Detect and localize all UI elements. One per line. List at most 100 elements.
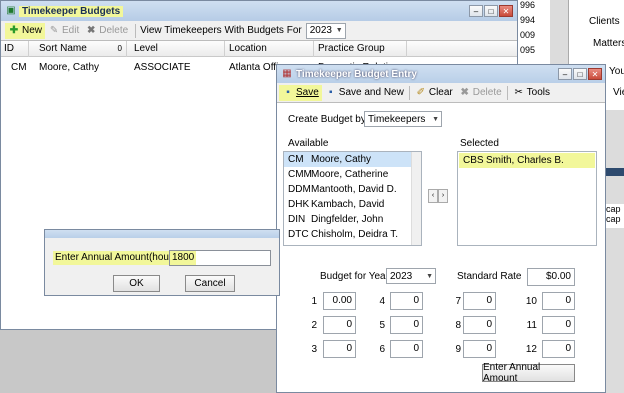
window-controls: – □ ✕ — [468, 5, 513, 17]
year-select[interactable]: 2023 ▼ — [305, 22, 346, 39]
month-label: 1 — [311, 296, 317, 307]
list-item[interactable]: DDM Mantooth, David D. — [284, 182, 421, 197]
ok-button[interactable]: OK — [113, 275, 160, 292]
column-header-practice-group[interactable]: Practice Group — [315, 41, 407, 57]
save-new-icon: ▪ — [329, 86, 333, 98]
month-input[interactable]: 0 — [463, 316, 496, 334]
item-name: Kambach, David — [311, 199, 385, 210]
column-header-level[interactable]: Level — [131, 41, 225, 57]
maximize-icon[interactable]: □ — [573, 68, 587, 80]
cell-id: CM — [11, 62, 27, 73]
delete-button[interactable]: ✖ Delete — [82, 23, 131, 39]
budget-year-select[interactable]: 2023 ▼ — [386, 268, 436, 284]
bg-you-label: You — [609, 66, 624, 77]
month-input[interactable]: 0 — [390, 292, 423, 310]
create-by-value: Timekeepers — [368, 113, 426, 125]
save-and-new-button[interactable]: ▪ Save and New — [322, 85, 407, 101]
delete-label: Delete — [99, 25, 129, 36]
create-by-select[interactable]: Timekeepers ▼ — [364, 111, 442, 127]
item-name: Moore, Cathy — [311, 154, 372, 165]
item-code: DDM — [288, 184, 311, 195]
minimize-icon[interactable]: – — [558, 68, 572, 80]
month-input[interactable]: 0 — [323, 340, 356, 358]
close-icon[interactable]: ✕ — [588, 68, 602, 80]
delete-label: Delete — [472, 87, 502, 98]
month-input[interactable]: 0 — [323, 316, 356, 334]
table-header: ID Sort Name 0 Level Location Practice Gr… — [1, 41, 517, 57]
bg-matters-label: Matters — [593, 38, 624, 49]
month-input[interactable]: 0.00 — [323, 292, 356, 310]
tools-label: Tools — [526, 87, 551, 98]
budget-year-label: Budget for Year — [320, 271, 389, 282]
column-header-location[interactable]: Location — [226, 41, 314, 57]
background-number-column: 996 994 009 095 — [518, 0, 550, 66]
available-label: Available — [288, 138, 329, 149]
bg-number: 009 — [520, 30, 536, 40]
sort-name-label: Sort Name — [39, 43, 87, 54]
minimize-icon[interactable]: – — [469, 5, 483, 17]
selected-list[interactable]: CBS Smith, Charles B. — [457, 151, 597, 246]
move-left-icon[interactable]: ‹ — [428, 189, 438, 203]
annual-amount-input[interactable]: 1800 — [169, 250, 271, 266]
list-item[interactable]: DHK Kambach, David — [284, 197, 421, 212]
chevron-down-icon: ▼ — [426, 272, 433, 280]
calendar-icon: ▦ — [282, 68, 292, 79]
cell-level: ASSOCIATE — [134, 62, 191, 73]
delete-button[interactable]: ✖ Delete — [456, 85, 505, 101]
month-input[interactable]: 0 — [390, 340, 423, 358]
save-button[interactable]: ▪ Save — [279, 84, 322, 101]
annual-amount-value: 1800 — [170, 251, 197, 265]
move-right-icon[interactable]: › — [438, 189, 448, 203]
month-label: 7 — [455, 296, 461, 307]
floppy-disk-icon: ▪ — [286, 86, 290, 98]
month-label: 6 — [379, 344, 385, 355]
toolbar-divider — [506, 85, 508, 100]
window-title: Timekeeper Budgets — [19, 5, 124, 17]
pencil-icon: ✎ — [49, 24, 59, 36]
month-input[interactable]: 0 — [463, 292, 496, 310]
month-input[interactable]: 0 — [390, 316, 423, 334]
list-item[interactable]: CM Moore, Cathy — [284, 152, 421, 167]
list-item[interactable]: CBS Smith, Charles B. — [459, 153, 595, 168]
column-header-sort-name[interactable]: Sort Name 0 — [36, 41, 127, 57]
available-scrollbar[interactable] — [411, 152, 421, 245]
available-list[interactable]: CM Moore, Cathy CMM Moore, Catherine DDM Ma… — [283, 151, 422, 246]
month-input[interactable]: 0 — [463, 340, 496, 358]
enter-annual-amount-button[interactable]: Enter Annual Amount — [482, 362, 575, 384]
edit-button[interactable]: ✎ Edit — [45, 23, 82, 39]
month-input[interactable]: 0 — [542, 292, 575, 310]
list-item[interactable]: DIN Dingfelder, John — [284, 212, 421, 227]
budget-entry-window: ▦ Timekeeper Budget Entry – □ ✕ ▪ Save ▪… — [276, 64, 606, 393]
month-label: 11 — [526, 320, 537, 331]
item-name: Chisholm, Deidra T. — [311, 229, 399, 240]
close-icon[interactable]: ✕ — [499, 5, 513, 17]
clear-label: Clear — [428, 87, 453, 98]
clear-button[interactable]: ✐ Clear — [412, 85, 456, 101]
transfer-buttons: ‹ › — [428, 189, 448, 203]
new-button[interactable]: ✚ New — [5, 22, 46, 39]
chevron-down-icon: ▼ — [432, 115, 439, 123]
item-code: CMM — [288, 169, 312, 180]
item-code: DTC — [288, 229, 309, 240]
column-header-id[interactable]: ID — [1, 41, 29, 57]
item-name: Smith, Charles B. — [486, 155, 564, 166]
month-label: 4 — [379, 296, 385, 307]
bg-number: 994 — [520, 15, 536, 25]
month-input[interactable]: 0 — [542, 316, 575, 334]
list-item[interactable]: CMM Moore, Catherine — [284, 167, 421, 182]
cancel-button[interactable]: Cancel — [185, 275, 235, 292]
bg-cap: cap — [606, 204, 621, 214]
entry-toolbar: ▪ Save ▪ Save and New ✐ Clear ✖ Delete ✂… — [277, 83, 605, 103]
month-input[interactable]: 0 — [542, 340, 575, 358]
year-value: 2023 — [309, 25, 332, 36]
dialog-title-bar — [45, 230, 279, 238]
x-icon: ✖ — [460, 86, 469, 98]
maximize-icon[interactable]: □ — [484, 5, 498, 17]
list-item[interactable]: DTC Chisholm, Deidra T. — [284, 227, 421, 242]
standard-rate-input[interactable]: $0.00 — [527, 268, 575, 286]
annual-amount-dialog: Enter Annual Amount(hours) 1800 OK Cance… — [44, 229, 280, 296]
month-label: 5 — [379, 320, 385, 331]
tools-button[interactable]: ✂ Tools — [510, 85, 553, 101]
edit-label: Edit — [62, 25, 80, 36]
month-label: 12 — [525, 344, 537, 355]
